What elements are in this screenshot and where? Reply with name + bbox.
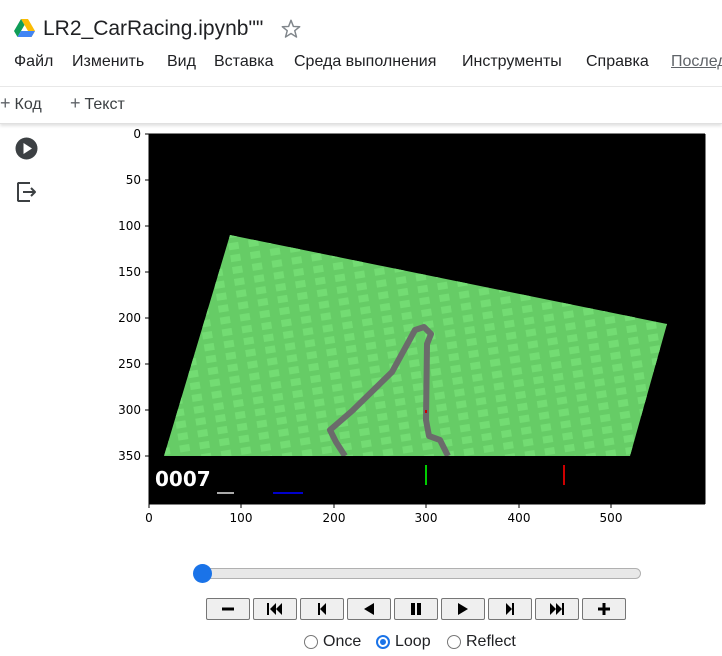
hud-counter: 0007: [155, 467, 211, 491]
radio-loop-label: Loop: [395, 633, 431, 650]
skip-to-end-icon: [550, 603, 564, 615]
notebook-title[interactable]: LR2_CarRacing.ipynb"": [43, 17, 263, 41]
radio-once[interactable]: [304, 635, 318, 649]
add-text-button[interactable]: + Текст: [70, 93, 125, 115]
play-reverse-button[interactable]: [347, 598, 391, 620]
x-tick-label: 300: [415, 511, 438, 525]
y-tick-label: 250: [118, 357, 141, 371]
first-frame-button[interactable]: [253, 598, 297, 620]
next-frame-button[interactable]: [488, 598, 532, 620]
add-text-label: Текст: [84, 96, 125, 113]
colab-header: LR2_CarRacing.ipynb"" Файл Изменить Вид …: [0, 0, 722, 124]
x-ticks: [148, 504, 612, 508]
menu-runtime[interactable]: Среда выполнения: [294, 50, 436, 74]
menu-tools[interactable]: Инструменты: [462, 50, 562, 74]
last-frame-button[interactable]: [535, 598, 579, 620]
menu-insert[interactable]: Вставка: [214, 50, 273, 74]
title-row: LR2_CarRacing.ipynb"": [0, 2, 722, 54]
frame-slider-thumb[interactable]: [193, 564, 212, 583]
frame-slider-track[interactable]: [203, 568, 641, 579]
animation-player: Once Loop Reflect: [0, 556, 722, 656]
add-code-label: Код: [14, 96, 42, 113]
hud-steering-bar: [273, 492, 303, 494]
x-tick-label: 500: [600, 511, 623, 525]
pause-icon: [411, 603, 421, 615]
star-icon[interactable]: [280, 18, 302, 40]
y-tick-label: 150: [118, 265, 141, 279]
hud-speed-indicator: [425, 465, 427, 485]
radio-reflect-label: Reflect: [466, 633, 516, 650]
play-reverse-icon: [364, 603, 374, 615]
radio-reflect[interactable]: [447, 635, 461, 649]
x-tick-label: 400: [508, 511, 531, 525]
skip-to-start-icon: [267, 603, 282, 615]
step-back-icon: [318, 603, 326, 615]
plus-icon: [598, 603, 610, 615]
x-tick-label: 0: [145, 511, 153, 525]
hud-abs-indicator: [563, 465, 565, 485]
previous-frame-button[interactable]: [300, 598, 344, 620]
hud-true-speed-bar: [217, 492, 234, 494]
pause-button[interactable]: [394, 598, 438, 620]
play-icon: [458, 603, 468, 615]
run-cell-icon[interactable]: [15, 137, 38, 160]
x-tick-label: 200: [323, 511, 346, 525]
radio-loop[interactable]: [376, 635, 390, 649]
increase-speed-button[interactable]: [582, 598, 626, 620]
car: [425, 410, 427, 413]
menu-file[interactable]: Файл: [14, 50, 53, 74]
y-tick-label: 0: [133, 127, 141, 141]
radio-once-label: Once: [323, 633, 362, 650]
x-tick-label: 100: [230, 511, 253, 525]
decrease-speed-button[interactable]: [206, 598, 250, 620]
loop-mode-group: Once Loop Reflect: [304, 633, 564, 653]
loop-mode-once[interactable]: Once: [304, 633, 361, 651]
minus-icon: [222, 607, 234, 611]
player-controls: [206, 598, 636, 622]
y-tick-label: 100: [118, 219, 141, 233]
last-edit-link[interactable]: Последн: [671, 50, 722, 74]
y-tick-label: 300: [118, 403, 141, 417]
y-ticks: [145, 133, 149, 457]
loop-mode-loop[interactable]: Loop: [376, 633, 431, 651]
y-tick-label: 350: [118, 449, 141, 463]
play-button[interactable]: [441, 598, 485, 620]
add-code-button[interactable]: + Код: [0, 93, 42, 115]
plus-icon: +: [70, 93, 81, 113]
y-tick-label: 50: [126, 173, 141, 187]
toolbar: + Код + Текст: [0, 86, 722, 118]
menu-help[interactable]: Справка: [586, 50, 649, 74]
menu-bar: Файл Изменить Вид Вставка Среда выполнен…: [0, 50, 722, 76]
clear-output-icon[interactable]: [15, 180, 39, 204]
google-drive-icon: [14, 19, 35, 37]
loop-mode-reflect[interactable]: Reflect: [447, 633, 516, 651]
menu-view[interactable]: Вид: [167, 50, 196, 74]
car-racing-frame-plot: 0007 0 50 100 150 200 250 300 350 0 100 …: [118, 127, 706, 525]
y-tick-label: 200: [118, 311, 141, 325]
menu-edit[interactable]: Изменить: [72, 50, 144, 74]
step-forward-icon: [506, 603, 514, 615]
plus-icon: +: [0, 93, 11, 113]
